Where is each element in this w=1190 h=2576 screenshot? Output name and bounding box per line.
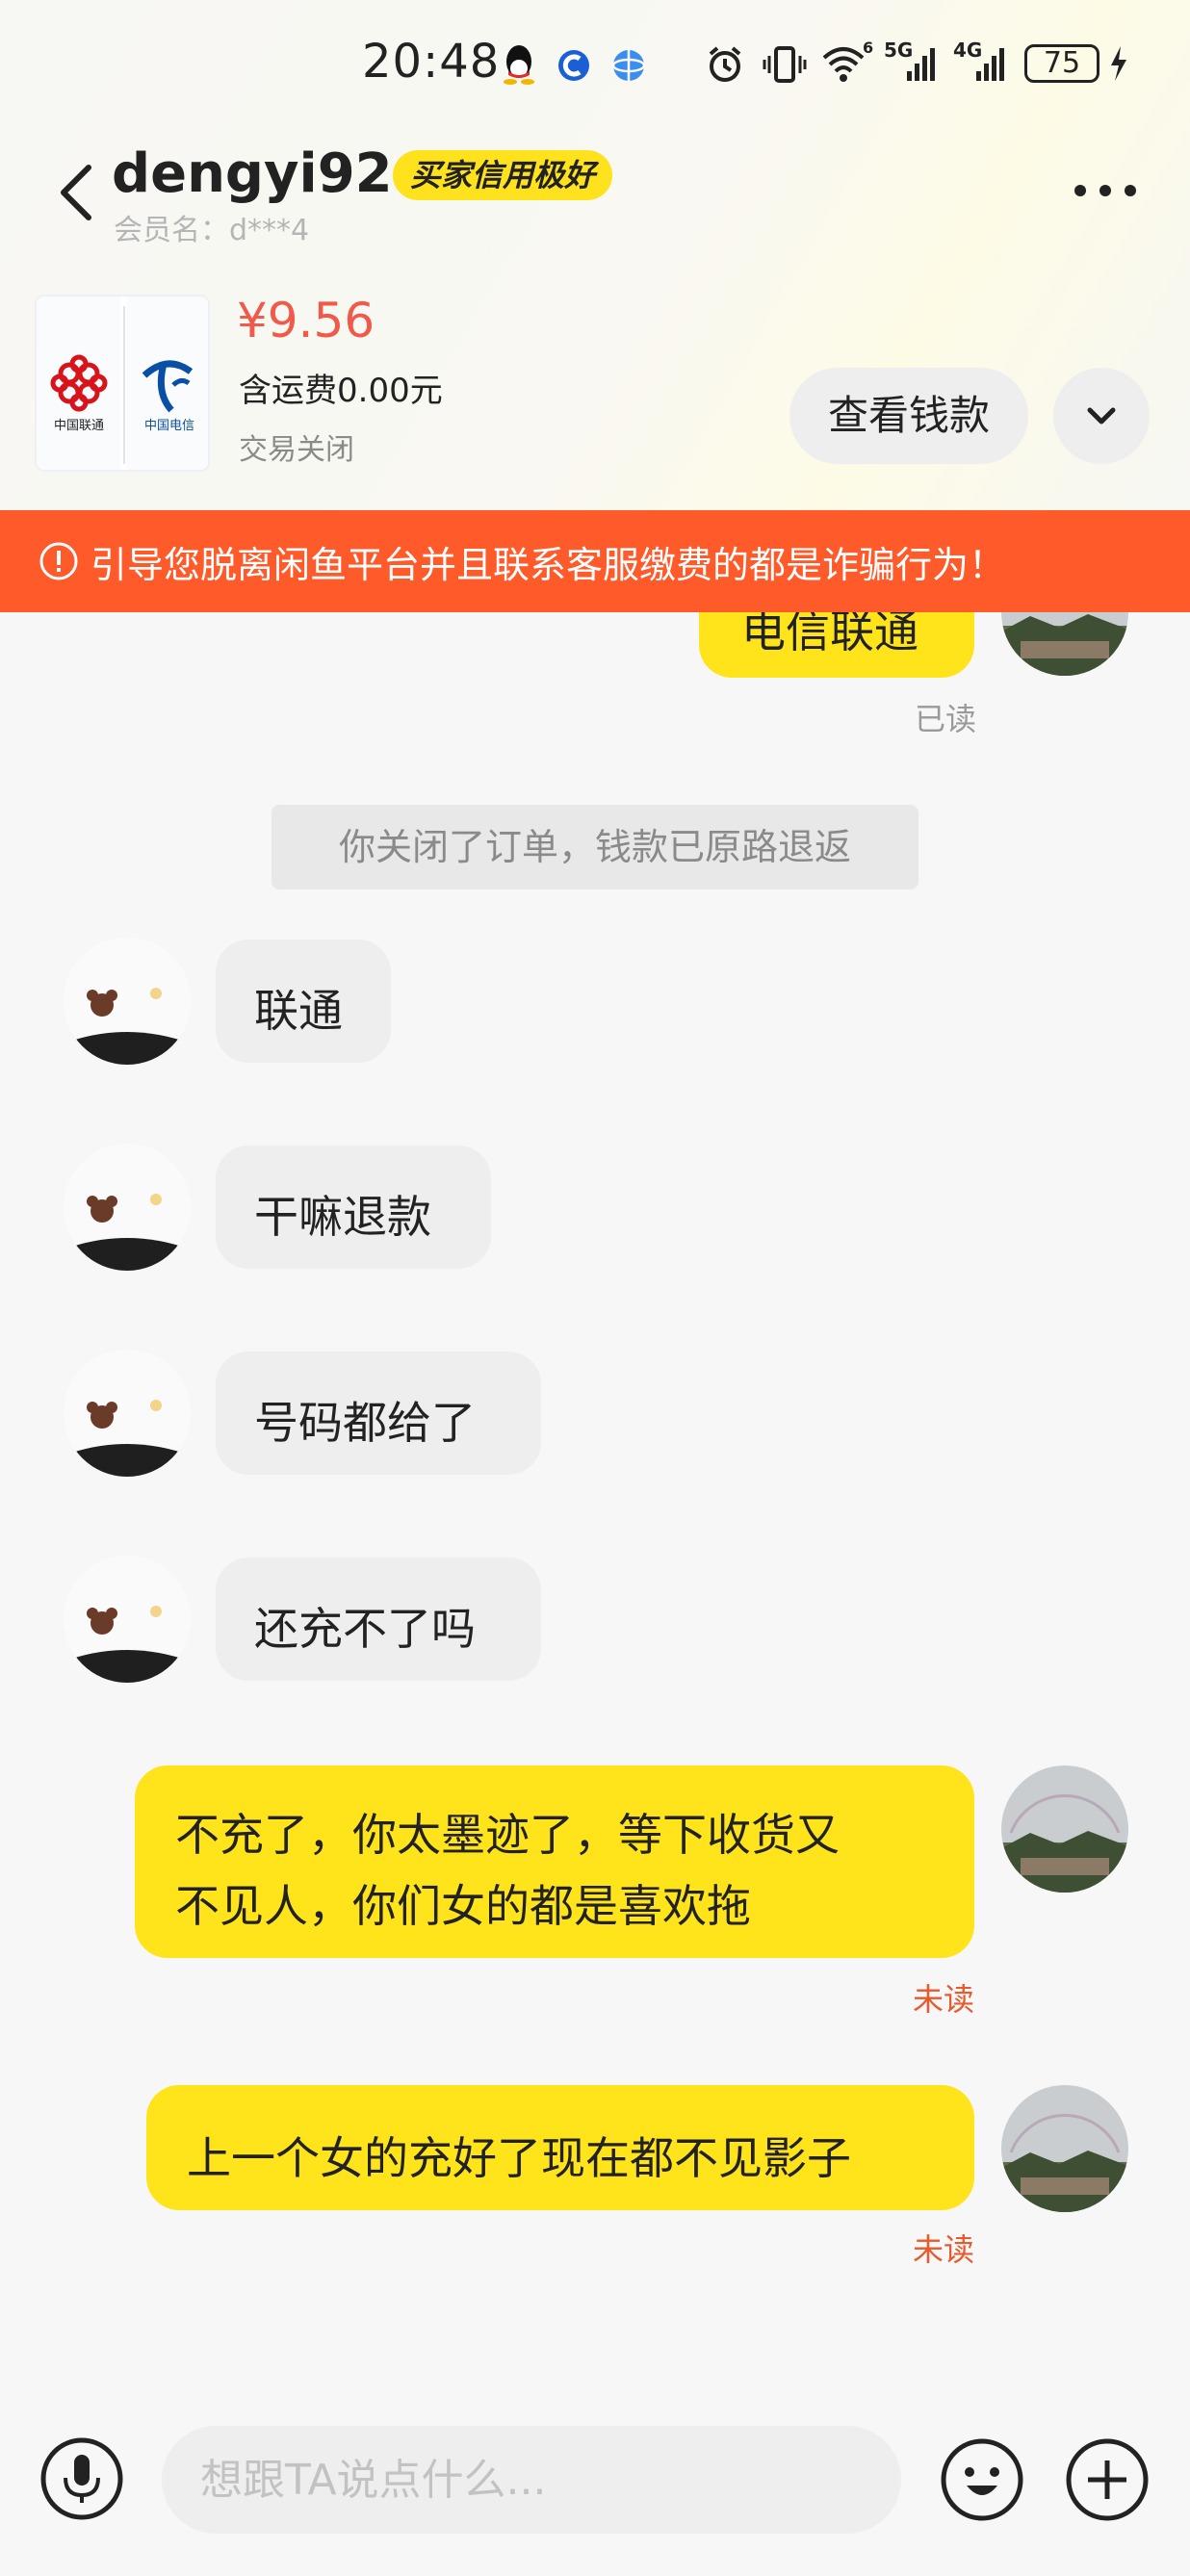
- plus-icon: [1066, 2438, 1149, 2521]
- message-input[interactable]: [162, 2426, 901, 2534]
- bear-avatar-image: [64, 1556, 191, 1683]
- chat-username[interactable]: dengyi924: [112, 142, 430, 205]
- received-message-bubble[interactable]: 还充不了吗: [216, 1558, 541, 1681]
- signal-4g-bars-icon: [976, 48, 1004, 81]
- bear-avatar-image: [64, 938, 191, 1065]
- back-arrow-icon[interactable]: [50, 154, 108, 231]
- qq-icon: [504, 45, 534, 85]
- received-message-bubble[interactable]: 干嘛退款: [216, 1146, 491, 1269]
- logo-telecom-text: 中国电信: [144, 419, 194, 433]
- bear-avatar-image: [64, 1144, 191, 1271]
- unread-status: 未读: [913, 1981, 975, 2018]
- warning-circle-icon: [39, 542, 78, 580]
- logo-unicom-text: 中国联通: [54, 419, 104, 433]
- battery-level: 75: [1043, 46, 1081, 80]
- landscape-avatar-image: [1001, 1765, 1128, 1893]
- status-time: 20:48: [362, 35, 501, 89]
- landscape-avatar-image: [1001, 2085, 1128, 2212]
- my-avatar[interactable]: [1001, 2085, 1128, 2212]
- app-notification-icon: [558, 50, 589, 81]
- message-text: 号码都给了: [254, 1397, 476, 1449]
- vibrate-icon: [763, 46, 807, 83]
- carrier-logos-image: 中国联通 中国电信: [37, 296, 208, 470]
- message-text: 还充不了吗: [254, 1603, 476, 1655]
- message-text-line2: 不见人，你们女的都是喜欢拖: [175, 1880, 751, 1932]
- message-text: 干嘛退款: [254, 1191, 431, 1243]
- status-bar: 20:48 6 5G 4G 75: [0, 0, 1190, 135]
- bear-avatar-image: [64, 1350, 191, 1477]
- sent-message-bubble[interactable]: 上一个女的充好了现在都不见影子: [146, 2085, 974, 2210]
- contact-avatar[interactable]: [64, 1556, 191, 1683]
- read-status: 已读: [915, 701, 977, 737]
- contact-avatar[interactable]: [64, 1350, 191, 1477]
- my-avatar[interactable]: [1001, 1765, 1128, 1893]
- expand-button[interactable]: [1053, 368, 1150, 464]
- battery-icon: 75: [1024, 44, 1099, 83]
- microphone-icon: [40, 2437, 123, 2520]
- unread-status: 未读: [913, 2231, 975, 2268]
- received-message-bubble[interactable]: 号码都给了: [216, 1352, 541, 1475]
- received-message-bubble[interactable]: 联通: [216, 940, 391, 1063]
- trade-status: 交易关闭: [239, 433, 354, 467]
- emoji-button[interactable]: [938, 2435, 1026, 2524]
- credit-badge[interactable]: 买家信用极好: [393, 150, 613, 200]
- view-money-button[interactable]: 查看钱款: [789, 368, 1028, 464]
- shipping-info: 含运费0.00元: [239, 372, 443, 410]
- emoji-face-icon: [941, 2438, 1023, 2521]
- contact-avatar[interactable]: [64, 1144, 191, 1271]
- wifi-version-label: 6: [863, 39, 874, 57]
- alarm-icon: [709, 46, 741, 82]
- voice-input-button[interactable]: [39, 2435, 125, 2522]
- warning-text: 引导您脱离闲鱼平台并且联系客服缴费的都是诈骗行为！: [91, 544, 1006, 586]
- more-options-icon[interactable]: [1067, 173, 1144, 208]
- contact-avatar[interactable]: [64, 938, 191, 1065]
- member-id: 会员名：d***4: [114, 214, 310, 247]
- fraud-warning-bar: 引导您脱离闲鱼平台并且联系客服缴费的都是诈骗行为！: [0, 510, 1190, 612]
- message-text-line1: 不充了，你太墨迹了，等下收货又: [175, 1809, 840, 1861]
- sent-message-bubble[interactable]: 不充了，你太墨迹了，等下收货又 不见人，你们女的都是喜欢拖: [135, 1765, 974, 1958]
- product-price: ¥9.56: [237, 293, 375, 348]
- product-thumbnail[interactable]: 中国联通 中国电信: [35, 295, 210, 472]
- signal-5g-bars-icon: [907, 48, 935, 81]
- browser-notification-icon: [611, 50, 646, 81]
- message-text: 上一个女的充好了现在都不见影子: [187, 2132, 851, 2184]
- more-actions-button[interactable]: [1063, 2435, 1151, 2524]
- system-notice: 你关闭了订单，钱款已原路退返: [272, 805, 918, 889]
- charging-icon: [1111, 46, 1126, 81]
- chevron-down-icon: [1087, 407, 1116, 425]
- message-text: 联通: [254, 985, 343, 1037]
